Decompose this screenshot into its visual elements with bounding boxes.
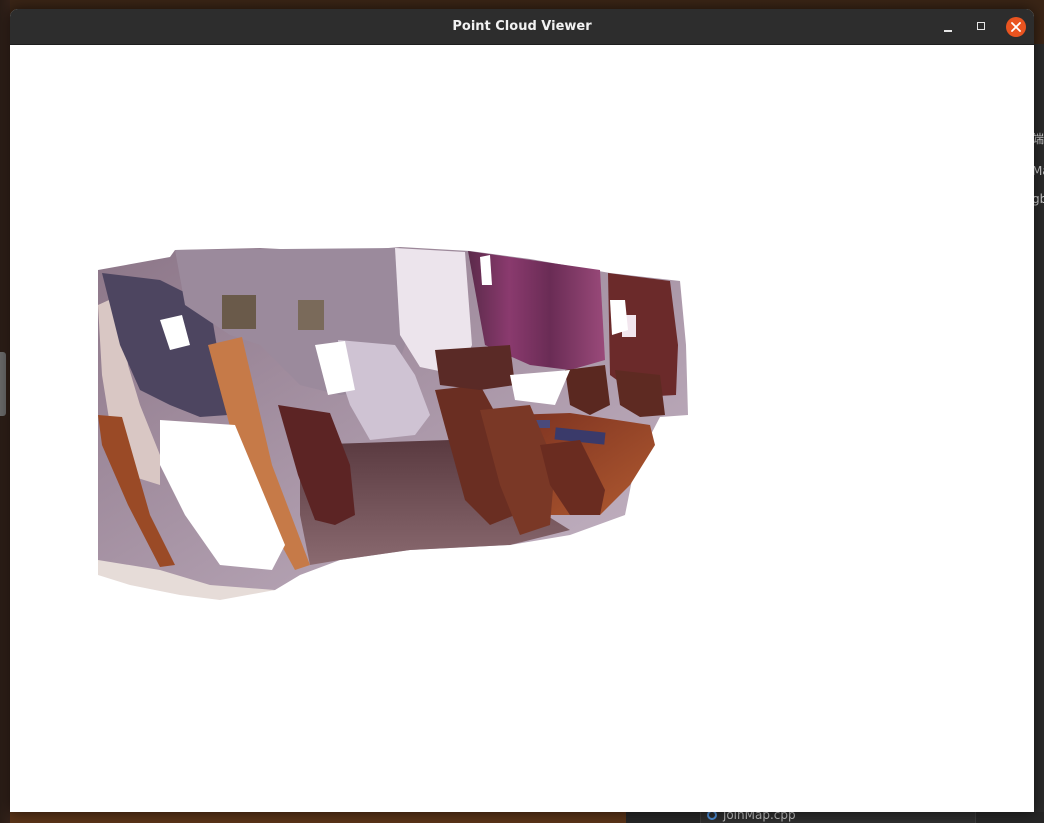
maximize-button[interactable] [972,17,992,37]
minimize-button[interactable] [938,17,958,37]
maximize-icon [977,22,985,30]
cloud-hole [480,255,492,285]
cloud-hole [610,300,628,335]
dock-handle[interactable] [0,352,6,416]
point-cloud-render[interactable] [10,45,1034,812]
cloud-chair [435,345,515,390]
cloud-picture-frame [298,300,324,330]
window-titlebar[interactable]: Point Cloud Viewer [10,9,1034,45]
point-cloud-viewer-window[interactable]: Point Cloud Viewer [10,9,1034,812]
close-icon [1011,22,1021,32]
close-button[interactable] [1006,17,1026,37]
render-viewport[interactable] [10,45,1034,812]
minimize-icon [944,30,952,32]
window-title: Point Cloud Viewer [452,19,592,34]
cloud-picture-frame [222,295,256,329]
